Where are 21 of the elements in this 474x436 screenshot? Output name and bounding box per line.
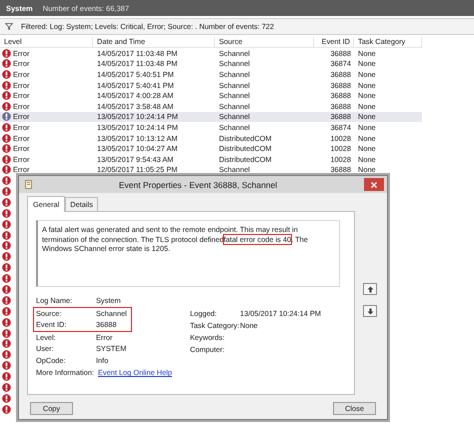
error-icon [2, 48, 11, 58]
error-icon [2, 70, 11, 79]
next-button[interactable] [363, 305, 377, 317]
error-icon [2, 91, 11, 100]
dialog-title: Event Properties - Event 36888, Schannel [118, 180, 278, 190]
up-arrow-icon [366, 286, 374, 292]
previous-button[interactable] [363, 283, 377, 295]
error-icon [2, 165, 11, 174]
error-icon [2, 144, 11, 154]
close-icon [371, 182, 377, 188]
error-icon [2, 102, 11, 111]
error-icon [2, 154, 11, 164]
document-icon [25, 180, 32, 189]
error-icon [2, 134, 11, 143]
filter-icon [5, 23, 13, 30]
error-icon [2, 59, 11, 68]
error-icon [2, 122, 11, 132]
close-button[interactable] [364, 178, 384, 191]
down-arrow-icon [366, 308, 374, 314]
error-icon [2, 80, 11, 90]
error-icon [2, 112, 11, 122]
